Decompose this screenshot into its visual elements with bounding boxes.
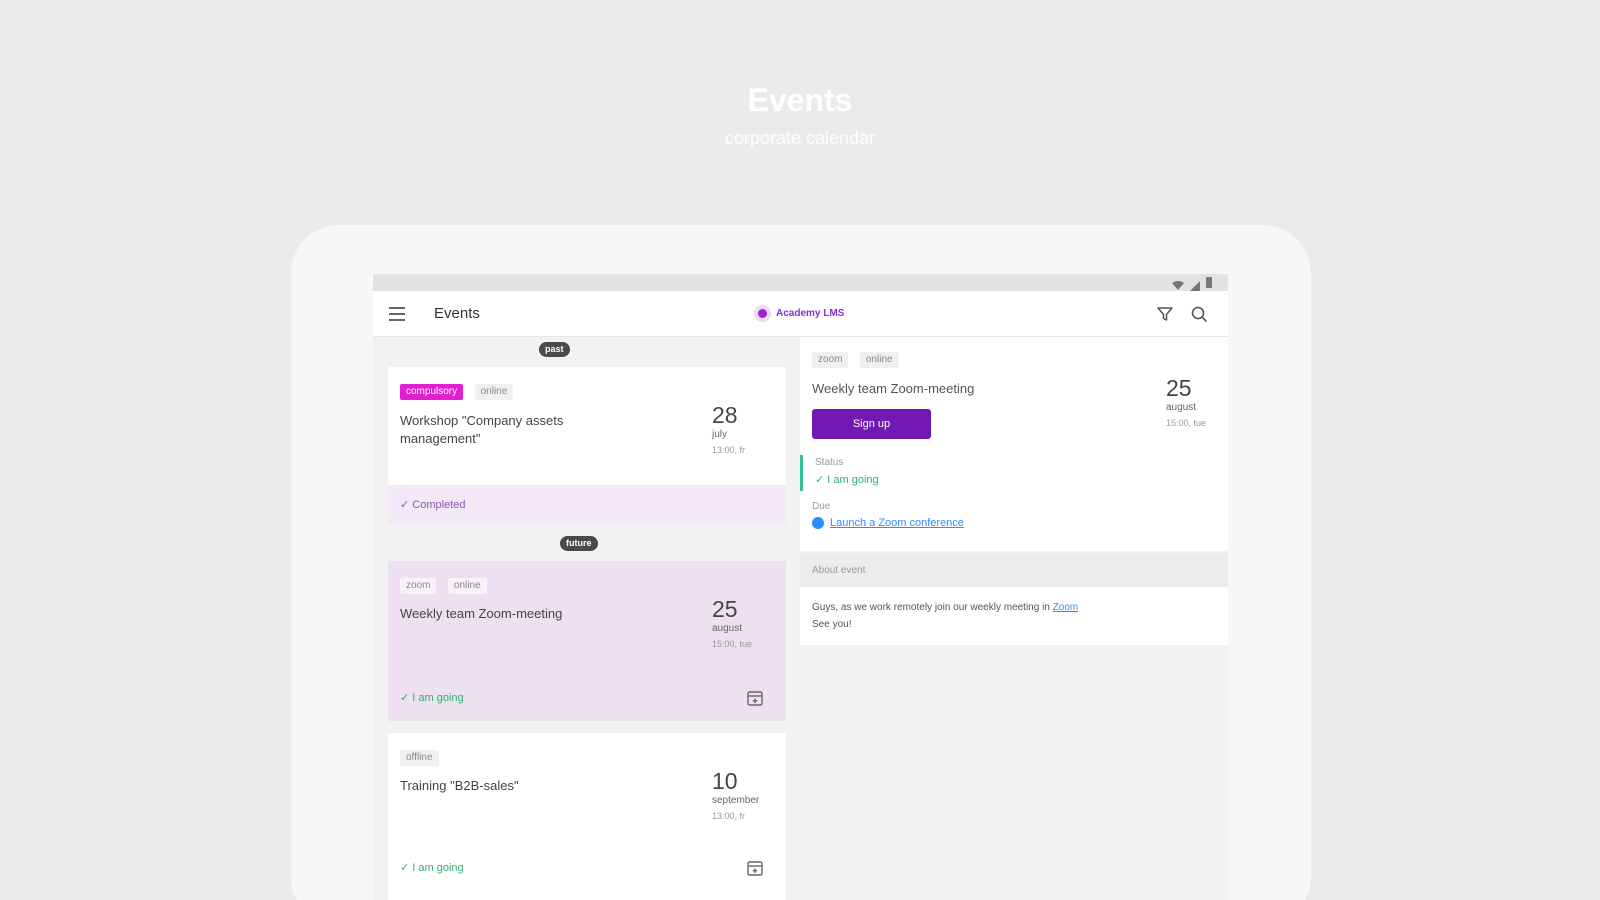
status-section: Status ✓ I am going — [800, 455, 879, 491]
battery-icon — [1206, 277, 1212, 288]
status-value: ✓ I am going — [815, 474, 879, 486]
calendar-add-icon[interactable] — [746, 859, 764, 877]
event-month: september — [712, 795, 760, 806]
detail-title: Weekly team Zoom-meeting — [812, 381, 975, 396]
tag-online: online — [447, 578, 487, 594]
calendar-add-icon[interactable] — [746, 689, 764, 707]
menu-icon[interactable] — [389, 307, 405, 321]
where-section: Due Launch a Zoom conference — [812, 499, 964, 529]
detail-date: 25 august 15:00, tue — [1166, 375, 1218, 432]
event-title: Training "B2B-sales" — [400, 778, 519, 793]
event-status-completed: ✓ Completed — [388, 485, 786, 525]
event-time: 13:00, fr — [712, 445, 746, 455]
signal-icon — [1190, 278, 1200, 291]
event-month: july — [712, 429, 728, 440]
about-text: Guys, as we work remotely join our weekl… — [812, 602, 1050, 613]
about-text-2: See you! — [812, 619, 852, 630]
events-list: past compulsory online Workshop "Company… — [373, 337, 786, 900]
app-bar: Events Academy LMS — [373, 291, 1228, 337]
event-time: 13:00, fr — [712, 811, 746, 821]
sign-up-button[interactable]: Sign up — [812, 409, 931, 439]
brand: Academy LMS — [754, 305, 844, 322]
tag-zoom: zoom — [400, 578, 437, 594]
event-detail-card: zoom online Weekly team Zoom-meeting Sig… — [800, 337, 1228, 551]
promo-title: Events — [747, 82, 853, 118]
detail-day: 25 — [1166, 375, 1192, 401]
brand-logo-icon — [754, 305, 771, 322]
event-time: 15:00, tue — [712, 639, 753, 649]
event-detail-pane: zoom online Weekly team Zoom-meeting Sig… — [800, 337, 1228, 900]
past-separator: past — [539, 342, 570, 357]
search-icon[interactable] — [1190, 305, 1208, 323]
about-event-header: About event — [800, 553, 1228, 587]
zoom-link[interactable]: Zoom — [1053, 602, 1079, 613]
tag-offline: offline — [400, 750, 439, 766]
event-date: 10 september 13:00, fr — [712, 768, 764, 825]
event-card[interactable]: compulsory online Workshop "Company asse… — [388, 367, 786, 485]
detail-month: august — [1166, 402, 1197, 413]
where-label: Due — [812, 501, 831, 512]
event-card-selected[interactable]: zoom online Weekly team Zoom-meeting 25 … — [388, 561, 786, 721]
event-day: 25 — [712, 596, 738, 622]
event-status-going: ✓ I am going — [400, 692, 464, 704]
launch-zoom-link[interactable]: Launch a Zoom conference — [830, 517, 964, 529]
event-date: 25 august 15:00, tue — [712, 596, 764, 653]
event-status-going: ✓ I am going — [400, 862, 464, 874]
tag-online: online — [859, 352, 899, 368]
event-title: Workshop "Company assets management" — [400, 413, 564, 446]
tag-compulsory: compulsory — [400, 384, 464, 400]
zoom-icon — [812, 517, 824, 529]
status-label: Status — [815, 457, 844, 468]
event-card[interactable]: offline Training "B2B-sales" 10 septembe… — [388, 733, 786, 900]
app-screen: Events Academy LMS past compulsory onlin… — [373, 274, 1228, 900]
wifi-icon — [1172, 278, 1184, 290]
status-bar — [373, 274, 1228, 291]
event-date: 28 july 13:00, fr — [712, 402, 764, 459]
promo-subtitle: corporate calendar — [724, 128, 876, 148]
filter-icon[interactable] — [1156, 305, 1174, 323]
event-day: 28 — [712, 402, 738, 428]
future-separator: future — [560, 536, 598, 551]
detail-time: 15:00, tue — [1166, 418, 1207, 428]
about-event-body: Guys, as we work remotely join our weekl… — [800, 587, 1228, 645]
tag-zoom: zoom — [812, 352, 849, 368]
brand-name: Academy LMS — [776, 308, 845, 319]
page-title: Events — [434, 305, 480, 322]
event-month: august — [712, 623, 743, 634]
tag-online: online — [474, 384, 514, 400]
event-title: Weekly team Zoom-meeting — [400, 606, 563, 621]
event-day: 10 — [712, 768, 738, 794]
